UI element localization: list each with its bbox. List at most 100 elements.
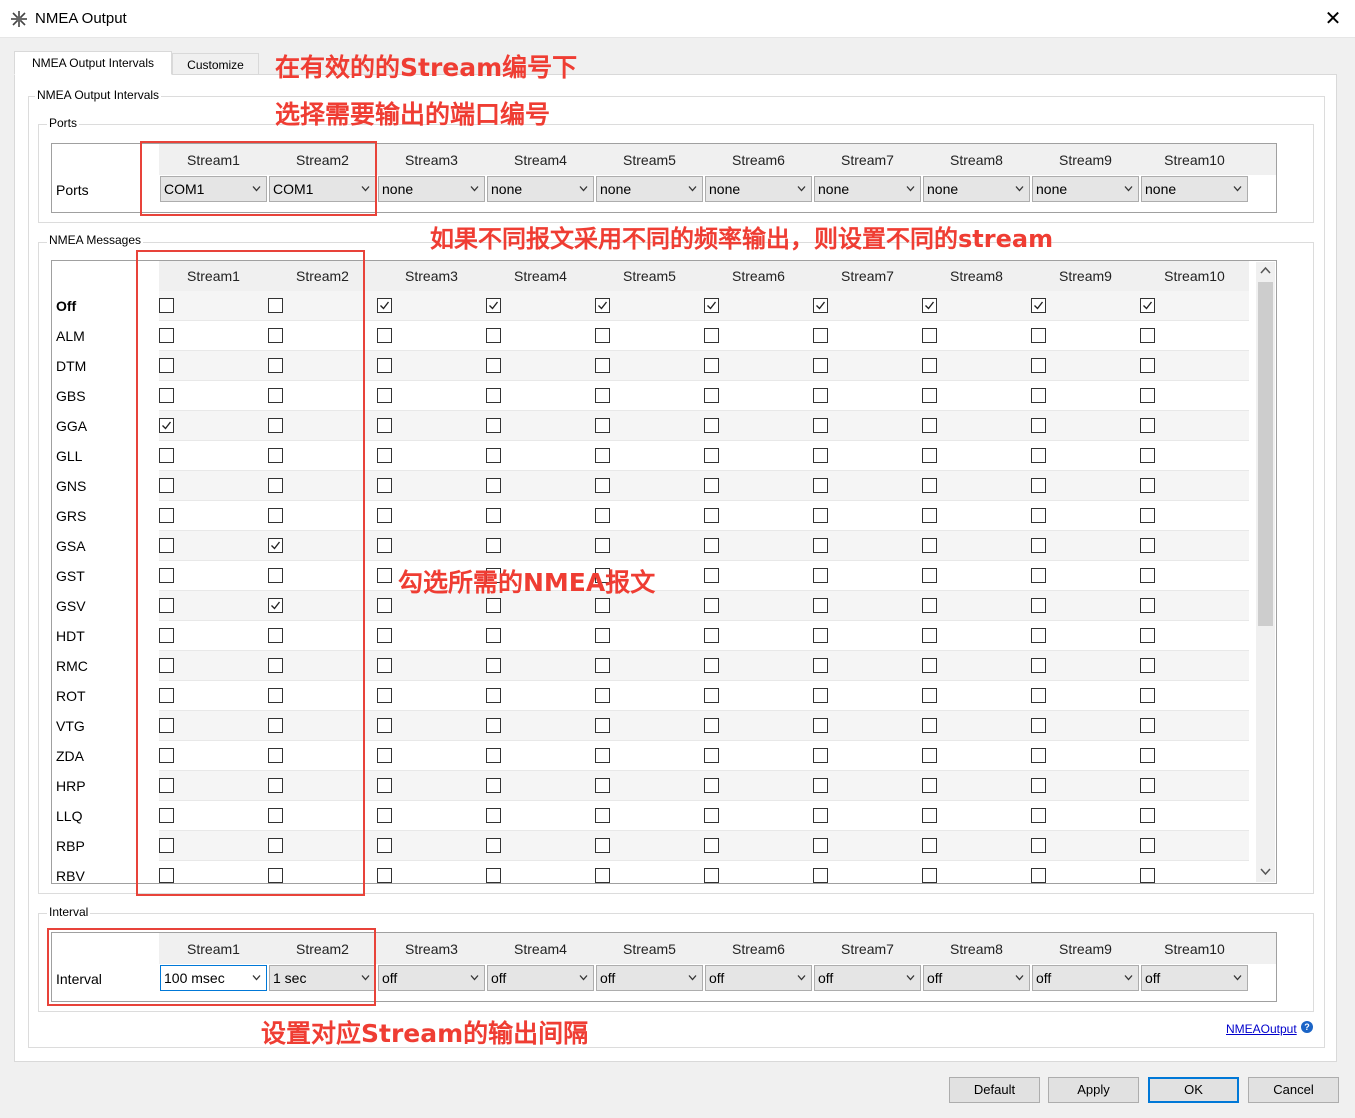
checkbox-off-stream6[interactable] xyxy=(704,298,719,313)
checkbox-grs-stream7[interactable] xyxy=(813,508,828,523)
checkbox-gns-stream7[interactable] xyxy=(813,478,828,493)
help-link[interactable]: NMEAOutput xyxy=(1226,1022,1297,1036)
checkbox-gns-stream10[interactable] xyxy=(1140,478,1155,493)
checkbox-gll-stream10[interactable] xyxy=(1140,448,1155,463)
interval-combo-stream7[interactable]: off xyxy=(814,965,921,991)
checkbox-rot-stream5[interactable] xyxy=(595,688,610,703)
interval-combo-stream8[interactable]: off xyxy=(923,965,1030,991)
checkbox-rbv-stream10[interactable] xyxy=(1140,868,1155,883)
checkbox-gsa-stream6[interactable] xyxy=(704,538,719,553)
checkbox-off-stream10[interactable] xyxy=(1140,298,1155,313)
checkbox-alm-stream6[interactable] xyxy=(704,328,719,343)
checkbox-gns-stream5[interactable] xyxy=(595,478,610,493)
checkbox-llq-stream8[interactable] xyxy=(922,808,937,823)
apply-button[interactable]: Apply xyxy=(1048,1077,1139,1103)
checkbox-alm-stream8[interactable] xyxy=(922,328,937,343)
checkbox-gsv-stream7[interactable] xyxy=(813,598,828,613)
ports-combo-stream3[interactable]: none xyxy=(378,176,485,202)
checkbox-rot-stream4[interactable] xyxy=(486,688,501,703)
checkbox-zda-stream8[interactable] xyxy=(922,748,937,763)
checkbox-gll-stream3[interactable] xyxy=(377,448,392,463)
checkbox-gbs-stream8[interactable] xyxy=(922,388,937,403)
checkbox-gsv-stream6[interactable] xyxy=(704,598,719,613)
checkbox-llq-stream4[interactable] xyxy=(486,808,501,823)
checkbox-alm-stream5[interactable] xyxy=(595,328,610,343)
checkbox-gsv-stream5[interactable] xyxy=(595,598,610,613)
checkbox-gsv-stream10[interactable] xyxy=(1140,598,1155,613)
checkbox-rot-stream9[interactable] xyxy=(1031,688,1046,703)
checkbox-gsa-stream5[interactable] xyxy=(595,538,610,553)
checkbox-rmc-stream4[interactable] xyxy=(486,658,501,673)
checkbox-off-stream4[interactable] xyxy=(486,298,501,313)
checkbox-vtg-stream6[interactable] xyxy=(704,718,719,733)
ports-combo-stream6[interactable]: none xyxy=(705,176,812,202)
checkbox-hdt-stream3[interactable] xyxy=(377,628,392,643)
interval-combo-stream6[interactable]: off xyxy=(705,965,812,991)
checkbox-gbs-stream9[interactable] xyxy=(1031,388,1046,403)
checkbox-zda-stream3[interactable] xyxy=(377,748,392,763)
close-button[interactable]: ✕ xyxy=(1316,4,1350,34)
checkbox-gst-stream7[interactable] xyxy=(813,568,828,583)
tab-nmea-output-intervals[interactable]: NMEA Output Intervals xyxy=(14,51,172,75)
checkbox-rmc-stream5[interactable] xyxy=(595,658,610,673)
checkbox-rot-stream7[interactable] xyxy=(813,688,828,703)
checkbox-gsv-stream8[interactable] xyxy=(922,598,937,613)
checkbox-gsa-stream4[interactable] xyxy=(486,538,501,553)
checkbox-gst-stream9[interactable] xyxy=(1031,568,1046,583)
interval-combo-stream4[interactable]: off xyxy=(487,965,594,991)
tab-customize[interactable]: Customize xyxy=(172,53,259,75)
ports-combo-stream10[interactable]: none xyxy=(1141,176,1248,202)
checkbox-hdt-stream8[interactable] xyxy=(922,628,937,643)
checkbox-hrp-stream8[interactable] xyxy=(922,778,937,793)
checkbox-rot-stream3[interactable] xyxy=(377,688,392,703)
checkbox-grs-stream6[interactable] xyxy=(704,508,719,523)
checkbox-alm-stream4[interactable] xyxy=(486,328,501,343)
checkbox-gga-stream9[interactable] xyxy=(1031,418,1046,433)
checkbox-llq-stream6[interactable] xyxy=(704,808,719,823)
checkbox-gga-stream8[interactable] xyxy=(922,418,937,433)
checkbox-gll-stream4[interactable] xyxy=(486,448,501,463)
checkbox-vtg-stream5[interactable] xyxy=(595,718,610,733)
checkbox-grs-stream5[interactable] xyxy=(595,508,610,523)
scroll-up-icon[interactable] xyxy=(1260,266,1271,274)
default-button[interactable]: Default xyxy=(949,1077,1040,1103)
checkbox-off-stream5[interactable] xyxy=(595,298,610,313)
ports-combo-stream8[interactable]: none xyxy=(923,176,1030,202)
checkbox-vtg-stream8[interactable] xyxy=(922,718,937,733)
checkbox-llq-stream7[interactable] xyxy=(813,808,828,823)
checkbox-dtm-stream9[interactable] xyxy=(1031,358,1046,373)
checkbox-zda-stream4[interactable] xyxy=(486,748,501,763)
checkbox-gns-stream9[interactable] xyxy=(1031,478,1046,493)
checkbox-gga-stream5[interactable] xyxy=(595,418,610,433)
scroll-down-icon[interactable] xyxy=(1260,868,1271,876)
checkbox-zda-stream6[interactable] xyxy=(704,748,719,763)
checkbox-gsv-stream9[interactable] xyxy=(1031,598,1046,613)
checkbox-dtm-stream5[interactable] xyxy=(595,358,610,373)
interval-combo-stream3[interactable]: off xyxy=(378,965,485,991)
checkbox-gll-stream6[interactable] xyxy=(704,448,719,463)
checkbox-gga-stream4[interactable] xyxy=(486,418,501,433)
checkbox-hrp-stream7[interactable] xyxy=(813,778,828,793)
checkbox-rbp-stream3[interactable] xyxy=(377,838,392,853)
checkbox-off-stream3[interactable] xyxy=(377,298,392,313)
checkbox-llq-stream5[interactable] xyxy=(595,808,610,823)
checkbox-hrp-stream10[interactable] xyxy=(1140,778,1155,793)
checkbox-hdt-stream6[interactable] xyxy=(704,628,719,643)
checkbox-gst-stream3[interactable] xyxy=(377,568,392,583)
checkbox-gll-stream5[interactable] xyxy=(595,448,610,463)
checkbox-rot-stream10[interactable] xyxy=(1140,688,1155,703)
checkbox-gsa-stream8[interactable] xyxy=(922,538,937,553)
ports-combo-stream7[interactable]: none xyxy=(814,176,921,202)
checkbox-hrp-stream5[interactable] xyxy=(595,778,610,793)
checkbox-zda-stream5[interactable] xyxy=(595,748,610,763)
checkbox-rbp-stream5[interactable] xyxy=(595,838,610,853)
checkbox-rmc-stream8[interactable] xyxy=(922,658,937,673)
checkbox-hrp-stream4[interactable] xyxy=(486,778,501,793)
checkbox-off-stream8[interactable] xyxy=(922,298,937,313)
checkbox-grs-stream10[interactable] xyxy=(1140,508,1155,523)
checkbox-gga-stream6[interactable] xyxy=(704,418,719,433)
checkbox-rbv-stream8[interactable] xyxy=(922,868,937,883)
checkbox-llq-stream10[interactable] xyxy=(1140,808,1155,823)
checkbox-grs-stream4[interactable] xyxy=(486,508,501,523)
checkbox-dtm-stream10[interactable] xyxy=(1140,358,1155,373)
